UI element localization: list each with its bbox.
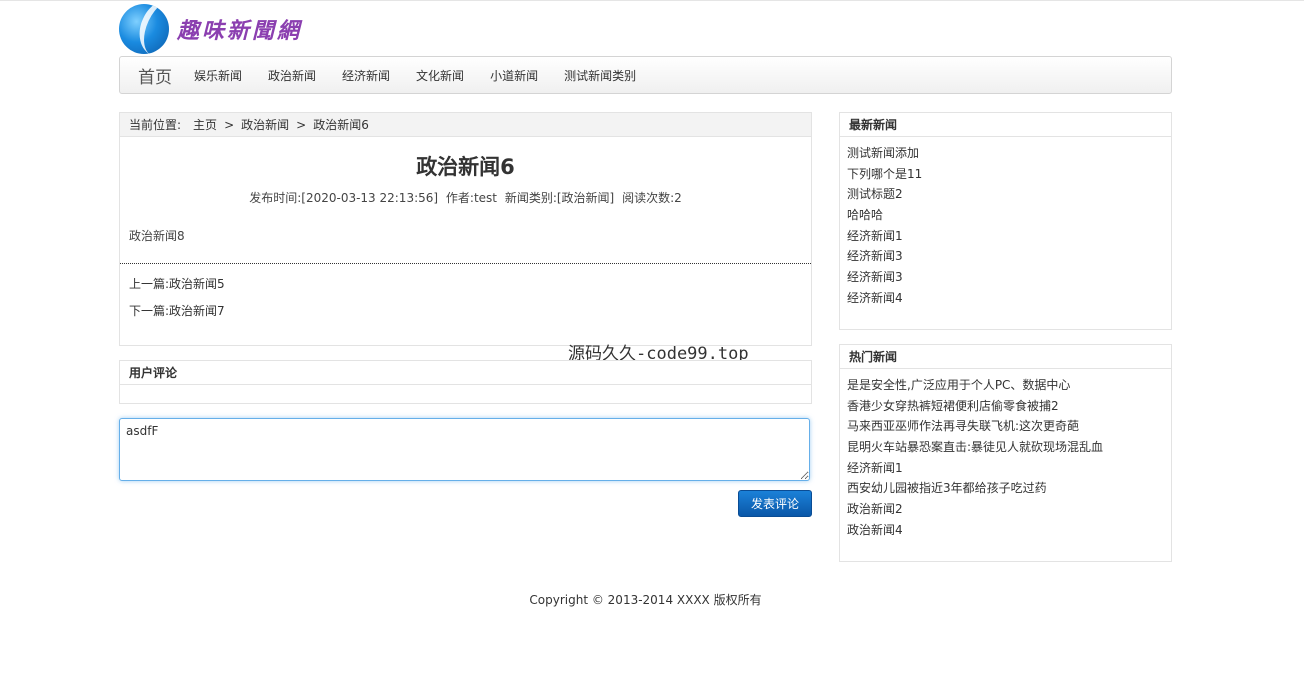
list-item[interactable]: 测试标题2 xyxy=(847,184,1171,205)
breadcrumb-separator: > xyxy=(296,117,307,132)
main-nav: 首页 娱乐新闻 政治新闻 经济新闻 文化新闻 小道新闻 测试新闻类别 xyxy=(119,56,1172,94)
next-article-link[interactable]: 下一篇:政治新闻7 xyxy=(129,302,811,318)
list-item[interactable]: 是是安全性,广泛应用于个人PC、数据中心 xyxy=(847,375,1171,396)
nav-item-politics[interactable]: 政治新闻 xyxy=(268,67,316,84)
list-item[interactable]: 政治新闻2 xyxy=(847,499,1171,520)
list-item[interactable]: 经济新闻4 xyxy=(847,288,1171,309)
footer-copyright: Copyright © 2013-2014 XXXX 版权所有 xyxy=(529,593,762,607)
prev-article-link[interactable]: 上一篇:政治新闻5 xyxy=(129,275,811,291)
publish-time: 发布时间:[2020-03-13 22:13:56] xyxy=(249,191,439,205)
latest-news-list: 测试新闻添加 下列哪个是11 测试标题2 哈哈哈 经济新闻1 经济新闻3 经济新… xyxy=(840,137,1171,309)
list-item[interactable]: 昆明火车站暴恐案直击:暴徒见人就砍现场混乱血 xyxy=(847,437,1171,458)
breadcrumb-home[interactable]: 主页 xyxy=(193,116,217,133)
breadcrumb-prefix: 当前位置: xyxy=(129,118,182,132)
divider xyxy=(120,263,811,264)
nav-item-culture[interactable]: 文化新闻 xyxy=(416,67,464,84)
comments-heading: 用户评论 xyxy=(120,361,811,385)
list-item[interactable]: 哈哈哈 xyxy=(847,205,1171,226)
article-body: 政治新闻8 xyxy=(129,229,185,243)
article-meta: 发布时间:[2020-03-13 22:13:56] 作者:test 新闻类别:… xyxy=(120,189,811,206)
nav-item-economy[interactable]: 经济新闻 xyxy=(342,67,390,84)
comment-input[interactable] xyxy=(119,418,810,481)
list-item[interactable]: 西安幼儿园被指近3年都给孩子吃过药 xyxy=(847,478,1171,499)
top-border xyxy=(0,0,1304,1)
post-comment-button[interactable]: 发表评论 xyxy=(738,490,812,517)
comments-panel: 用户评论 xyxy=(119,360,812,404)
list-item[interactable]: 下列哪个是11 xyxy=(847,164,1171,185)
breadcrumb: 当前位置: 主页 > 政治新闻 > 政治新闻6 xyxy=(120,113,811,137)
site-logo[interactable]: 趣味新聞網 xyxy=(119,4,302,54)
read-count: 阅读次数:2 xyxy=(622,191,682,205)
list-item[interactable]: 经济新闻3 xyxy=(847,246,1171,267)
latest-news-panel: 最新新闻 测试新闻添加 下列哪个是11 测试标题2 哈哈哈 经济新闻1 经济新闻… xyxy=(839,112,1172,330)
nav-home[interactable]: 首页 xyxy=(138,63,172,88)
logo-globe-icon xyxy=(119,4,169,54)
breadcrumb-separator: > xyxy=(224,117,235,132)
article-title: 政治新闻6 xyxy=(416,155,515,179)
list-item[interactable]: 经济新闻1 xyxy=(847,458,1171,479)
prev-next-links: 上一篇:政治新闻5 下一篇:政治新闻7 xyxy=(120,275,811,318)
category: 新闻类别:[政治新闻] xyxy=(504,191,615,205)
list-item[interactable]: 香港少女穿热裤短裙便利店偷零食被捕2 xyxy=(847,396,1171,417)
list-item[interactable]: 经济新闻3 xyxy=(847,267,1171,288)
article-panel: 当前位置: 主页 > 政治新闻 > 政治新闻6 政治新闻6 发布时间:[2020… xyxy=(119,112,812,346)
hot-news-panel: 热门新闻 是是安全性,广泛应用于个人PC、数据中心 香港少女穿热裤短裙便利店偷零… xyxy=(839,344,1172,562)
nav-item-gossip[interactable]: 小道新闻 xyxy=(490,67,538,84)
hot-news-heading: 热门新闻 xyxy=(840,345,1171,369)
list-item[interactable]: 政治新闻4 xyxy=(847,520,1171,541)
logo-text: 趣味新聞網 xyxy=(177,18,303,44)
list-item[interactable]: 测试新闻添加 xyxy=(847,143,1171,164)
list-item[interactable]: 马来西亚巫师作法再寻失联飞机:这次更奇葩 xyxy=(847,416,1171,437)
author: 作者:test xyxy=(445,191,497,205)
nav-item-entertainment[interactable]: 娱乐新闻 xyxy=(194,67,242,84)
breadcrumb-category[interactable]: 政治新闻 xyxy=(241,116,289,133)
list-item[interactable]: 经济新闻1 xyxy=(847,226,1171,247)
breadcrumb-current: 政治新闻6 xyxy=(313,118,369,132)
hot-news-list: 是是安全性,广泛应用于个人PC、数据中心 香港少女穿热裤短裙便利店偷零食被捕2 … xyxy=(840,369,1171,541)
latest-news-heading: 最新新闻 xyxy=(840,113,1171,137)
nav-item-test-category[interactable]: 测试新闻类别 xyxy=(564,67,636,84)
